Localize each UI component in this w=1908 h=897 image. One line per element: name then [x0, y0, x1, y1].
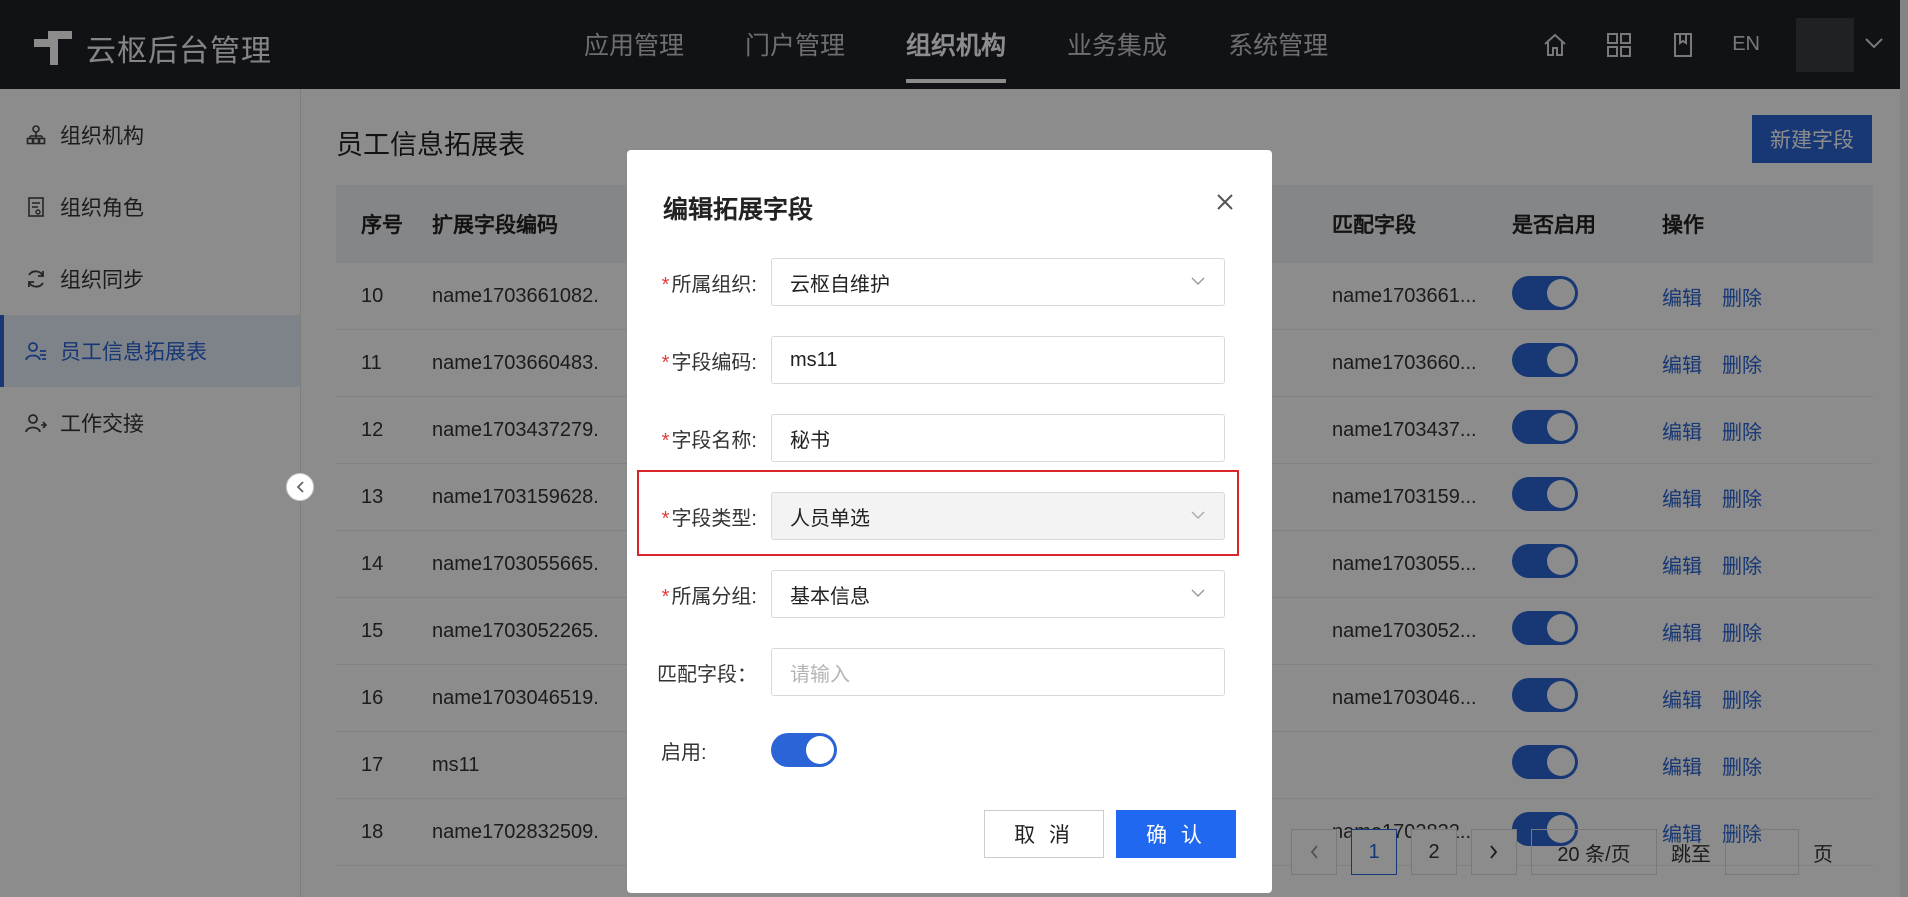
form-row-match-field: 匹配字段： 请输入 — [627, 648, 1272, 696]
sidebar-collapse-button[interactable] — [286, 473, 314, 501]
required-mark: * — [661, 429, 670, 452]
field-label: 字段名称: — [671, 429, 757, 452]
field-name-input[interactable]: 秘书 — [771, 414, 1225, 462]
form-row-group: * 所属分组: 基本信息 — [627, 570, 1272, 618]
form-row-enable: 启用: — [627, 726, 1272, 774]
field-code-value: ms11 — [790, 348, 838, 371]
match-field-placeholder: 请输入 — [790, 663, 850, 686]
chevron-down-icon — [1191, 589, 1205, 597]
cancel-button[interactable]: 取 消 — [984, 810, 1104, 858]
form-row-organization: * 所属组织: 云枢自维护 — [627, 258, 1272, 306]
group-value: 基本信息 — [790, 585, 870, 608]
field-code-input[interactable]: ms11 — [771, 336, 1225, 384]
required-mark: * — [661, 585, 670, 608]
field-name-value: 秘书 — [790, 429, 830, 452]
form-row-field-name: * 字段名称: 秘书 — [627, 414, 1272, 462]
field-label: 字段编码: — [671, 351, 757, 374]
organization-value: 云枢自维护 — [790, 273, 890, 296]
field-label: 字段类型: — [671, 507, 757, 530]
required-mark: * — [661, 273, 670, 296]
field-label: 所属组织: — [671, 273, 757, 296]
edit-extension-field-dialog: 编辑拓展字段 * 所属组织: 云枢自维护 * 字段编码: ms11 * 字段名称: 秘… — [627, 150, 1272, 893]
field-label: 匹配字段： — [657, 663, 757, 686]
enable-toggle[interactable] — [771, 733, 837, 767]
close-icon[interactable] — [1211, 188, 1239, 216]
required-mark: * — [661, 507, 670, 530]
field-type-value: 人员单选 — [790, 507, 870, 530]
field-type-select[interactable]: 人员单选 — [771, 492, 1225, 540]
confirm-button[interactable]: 确 认 — [1116, 810, 1236, 858]
form-row-field-code: * 字段编码: ms11 — [627, 336, 1272, 384]
form-row-field-type: * 字段类型: 人员单选 — [627, 492, 1272, 540]
organization-select[interactable]: 云枢自维护 — [771, 258, 1225, 306]
chevron-left-icon — [296, 481, 304, 493]
chevron-down-icon — [1191, 511, 1205, 519]
field-label: 所属分组: — [671, 585, 757, 608]
field-label: 启用: — [661, 741, 707, 764]
chevron-down-icon — [1191, 277, 1205, 285]
group-select[interactable]: 基本信息 — [771, 570, 1225, 618]
dialog-title: 编辑拓展字段 — [663, 196, 814, 224]
required-mark: * — [661, 351, 670, 374]
match-field-input[interactable]: 请输入 — [771, 648, 1225, 696]
